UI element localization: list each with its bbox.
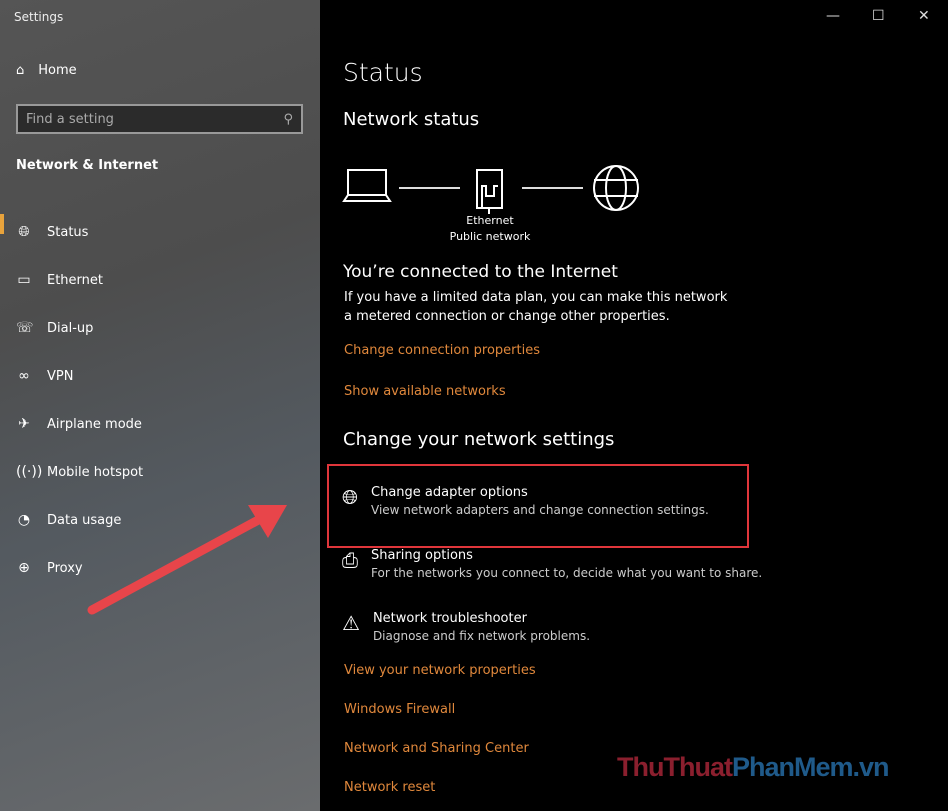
annotation-arrow: [87, 505, 287, 615]
